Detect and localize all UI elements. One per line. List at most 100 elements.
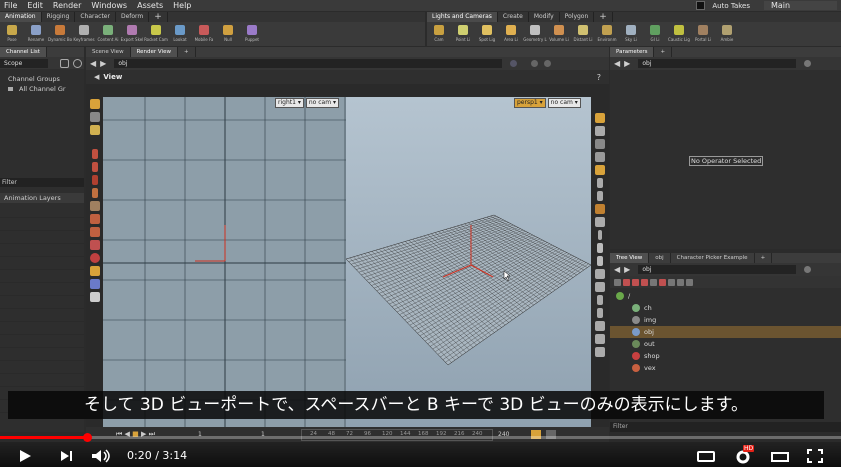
shelf-left-tool-2[interactable]: Dynamic Bo — [48, 22, 72, 46]
add-shelf-tab-button[interactable]: + — [149, 12, 168, 22]
theater-mode-icon[interactable] — [771, 452, 789, 462]
lock-camera-icon[interactable] — [594, 126, 605, 136]
handle-select-icon[interactable] — [89, 266, 100, 276]
shelf-left-tool-7[interactable]: Lookat — [168, 22, 192, 46]
param-path-field[interactable]: obj — [638, 59, 797, 68]
desktop-dropdown[interactable]: Main — [764, 1, 837, 10]
net-pin-icon[interactable] — [804, 266, 812, 273]
shelf-left-tool-0[interactable]: Pose — [0, 22, 24, 46]
param-back-icon[interactable]: ◀ — [614, 59, 620, 68]
channel-filter-field[interactable]: Filter — [0, 178, 84, 187]
video-progress-bar[interactable] — [0, 436, 841, 439]
point-display-icon[interactable] — [596, 178, 603, 188]
shelf-right-tool-3[interactable]: Area Li — [499, 22, 523, 46]
perspective-view[interactable] — [345, 97, 591, 427]
add-network-tab-button[interactable]: + — [755, 253, 773, 263]
link-icon[interactable] — [60, 58, 69, 68]
right-ortho-view[interactable] — [103, 97, 346, 427]
menu-edit[interactable]: Edit — [27, 1, 43, 10]
scrubber-handle[interactable] — [82, 433, 92, 442]
tree-node-root[interactable]: / — [610, 290, 841, 302]
move-tool-icon[interactable] — [91, 162, 98, 172]
net-tool-7-icon[interactable] — [668, 278, 675, 286]
shelf-left-tool-3[interactable]: Keyframes — [72, 22, 96, 46]
shelf-left-tool-1[interactable]: Rename — [24, 22, 48, 46]
grid-display-icon[interactable] — [594, 217, 605, 227]
guide-display-icon[interactable] — [596, 243, 603, 253]
template-display-icon[interactable] — [594, 334, 605, 344]
view-tool-icon[interactable] — [89, 125, 100, 135]
shelf-left-tool-4[interactable]: Content Ai — [96, 22, 120, 46]
net-back-icon[interactable]: ◀ — [614, 265, 620, 274]
menu-assets[interactable]: Assets — [137, 1, 163, 10]
shelf-right-tool-11[interactable]: Portal Li — [691, 22, 715, 46]
handle-display-icon[interactable] — [596, 256, 603, 266]
shelf-right-tool-7[interactable]: Environm — [595, 22, 619, 46]
snap-point-icon[interactable] — [89, 240, 100, 250]
shelf-right-tool-8[interactable]: Sky Li — [619, 22, 643, 46]
tab-tree-view[interactable]: Tree View — [610, 253, 650, 263]
geometry-display-icon[interactable] — [594, 321, 605, 331]
scene-path-field[interactable]: obj — [114, 59, 503, 68]
shelf-tab-character[interactable]: Character — [75, 12, 116, 22]
net-tool-4-icon[interactable] — [641, 278, 648, 286]
net-tool-1-icon[interactable] — [614, 278, 621, 286]
tab-character-picker[interactable]: Character Picker Example — [671, 253, 755, 263]
param-pin-icon[interactable] — [804, 60, 812, 67]
play-button-icon[interactable] — [18, 449, 32, 463]
timeline-bar[interactable]: 24 48 72 96 120 144 168 192 216 240 — [301, 429, 493, 441]
snap-grid-icon[interactable] — [89, 214, 100, 224]
auto-takes-checkbox[interactable] — [696, 1, 706, 10]
shelf-tab-rigging[interactable]: Rigging — [42, 12, 76, 22]
scale-tool-icon[interactable] — [91, 188, 98, 198]
shelf-tab-lights-cameras[interactable]: Lights and Cameras — [427, 12, 498, 22]
shelf-right-tool-9[interactable]: GI Li — [643, 22, 667, 46]
menu-help[interactable]: Help — [173, 1, 191, 10]
tree-node-ch[interactable]: ch — [610, 302, 841, 314]
shading-icon[interactable] — [594, 152, 605, 162]
scope-field[interactable]: Scope — [0, 58, 48, 68]
snap-prim-icon[interactable] — [89, 227, 100, 237]
channel-group-row[interactable]: All Channel Gr — [0, 85, 84, 93]
net-tool-5-icon[interactable] — [650, 278, 657, 286]
display-options-icon[interactable] — [594, 113, 605, 123]
forward-arrow-icon[interactable]: ▶ — [100, 59, 106, 68]
shelf-tab-polygon[interactable]: Polygon — [560, 12, 595, 22]
viewport[interactable]: right1 ▾ no cam ▾ persp1 ▾ no cam ▾ — [103, 97, 591, 427]
shelf-left-tool-10[interactable]: Puppet — [240, 22, 264, 46]
param-forward-icon[interactable]: ▶ — [624, 59, 630, 68]
tab-obj-network[interactable]: obj — [649, 253, 671, 263]
gear-icon[interactable] — [73, 58, 82, 68]
brush-tool-icon[interactable] — [89, 201, 100, 211]
net-tool-6-icon[interactable] — [659, 278, 666, 286]
shelf-right-tool-4[interactable]: Geometry L — [523, 22, 547, 46]
view-collapse-icon[interactable]: ◀ — [94, 73, 99, 81]
shelf-right-tool-10[interactable]: Caustic Lig — [667, 22, 691, 46]
shelf-tab-create[interactable]: Create — [498, 12, 529, 22]
tree-node-out[interactable]: out — [610, 338, 841, 350]
tab-parameters[interactable]: Parameters — [610, 47, 655, 57]
shelf-right-tool-5[interactable]: Volume Li — [547, 22, 571, 46]
background-icon[interactable] — [594, 204, 605, 214]
network-filter-field[interactable]: Filter — [610, 422, 841, 432]
pin-icon[interactable] — [510, 60, 518, 67]
add-param-tab-button[interactable]: + — [654, 47, 673, 57]
add-pane-tab-button[interactable]: + — [178, 47, 196, 57]
menu-windows[interactable]: Windows — [91, 1, 127, 10]
shelf-left-tool-5[interactable]: Export Skel — [120, 22, 144, 46]
link-pane-icon[interactable] — [531, 60, 539, 67]
shelf-tab-deform[interactable]: Deform — [116, 12, 150, 22]
persp-camera-menu[interactable]: persp1 ▾ — [514, 98, 546, 108]
shelf-tab-animation[interactable]: Animation — [0, 12, 42, 22]
pose-tool-icon[interactable] — [89, 112, 100, 122]
add-shelf-tab-button-right[interactable]: + — [594, 12, 613, 22]
help-icon[interactable]: ? — [597, 73, 601, 82]
camera-display-icon[interactable] — [594, 269, 605, 279]
vector-display-icon[interactable] — [597, 230, 602, 240]
menu-render[interactable]: Render — [53, 1, 81, 10]
lighting-icon[interactable] — [89, 292, 100, 302]
captions-button-icon[interactable] — [697, 451, 715, 462]
menu-file[interactable]: File — [4, 1, 17, 10]
handle-tool-icon[interactable] — [91, 149, 98, 159]
shelf-right-tool-6[interactable]: Distant Li — [571, 22, 595, 46]
